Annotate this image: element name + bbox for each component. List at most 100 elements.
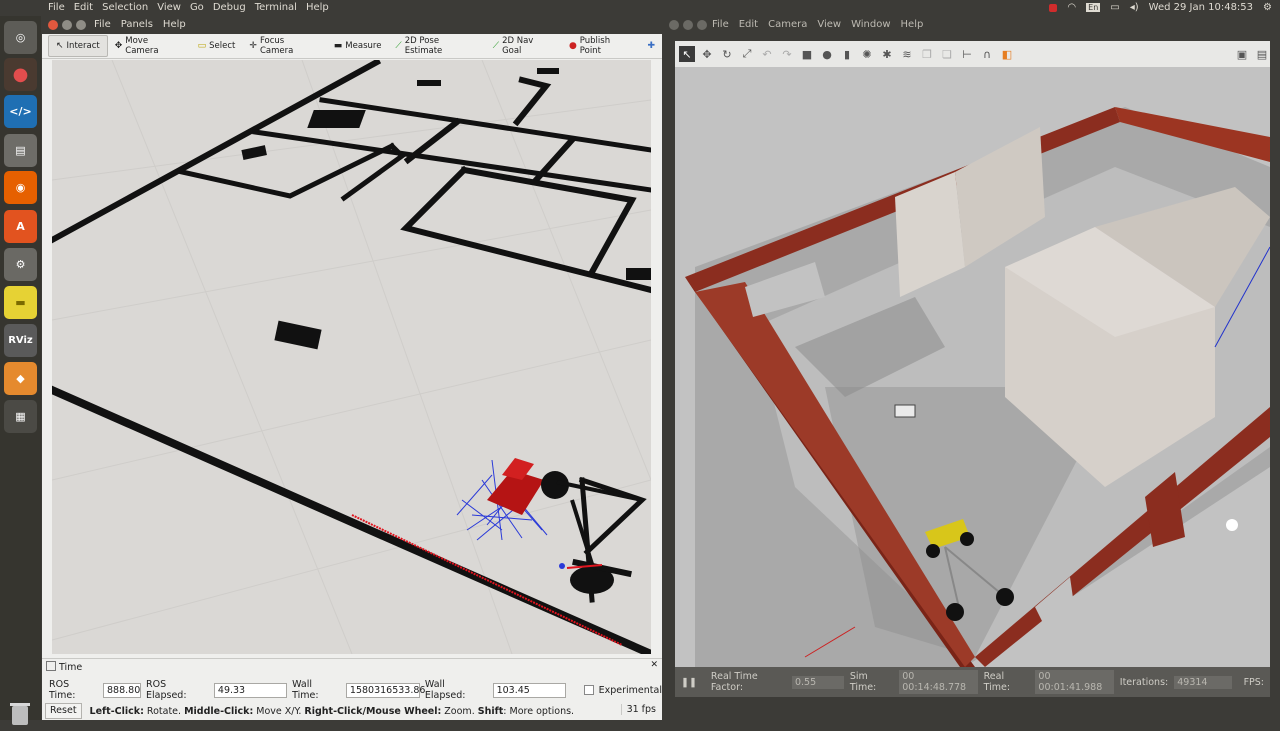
fps-label: FPS: xyxy=(1243,676,1264,688)
gz-menu-view[interactable]: View xyxy=(817,19,841,30)
wifi-icon[interactable]: ◠ xyxy=(1067,2,1076,13)
snap-icon[interactable]: ∩ xyxy=(979,46,995,62)
gazebo-3d-scene[interactable] xyxy=(675,67,1270,667)
nav-goal-icon: ⟋ xyxy=(492,41,500,51)
rviz-menu-help[interactable]: Help xyxy=(163,19,186,30)
cylinder-shape-icon[interactable]: ▮ xyxy=(839,46,855,62)
translate-mode-icon[interactable]: ✥ xyxy=(699,46,715,62)
rotate-mode-icon[interactable]: ↻ xyxy=(719,46,735,62)
pause-icon[interactable]: ❚❚ xyxy=(681,677,697,688)
select-icon: ▭ xyxy=(197,41,207,51)
redo-icon[interactable]: ↷ xyxy=(779,46,795,62)
minimize-window-icon[interactable] xyxy=(62,20,72,30)
gazebo-status-bar: ❚❚ Real Time Factor: 0.55 Sim Time: 00 0… xyxy=(675,667,1270,697)
status-hint: Left-Click: Rotate. Middle-Click: Move X… xyxy=(89,705,575,717)
align-icon[interactable]: ⊢ xyxy=(959,46,975,62)
file-manager-icon[interactable]: ▤ xyxy=(4,134,37,167)
wall-time-field[interactable]: 1580316533.86 xyxy=(345,682,425,698)
rviz-fps: 31 fps xyxy=(620,704,656,715)
rviz-3d-viewport[interactable] xyxy=(52,60,651,654)
box-shape-icon[interactable]: ■ xyxy=(799,46,815,62)
undo-icon[interactable]: ↶ xyxy=(759,46,775,62)
rviz-status-bar: Reset Left-Click: Rotate. Middle-Click: … xyxy=(42,702,662,720)
gz-menu-help[interactable]: Help xyxy=(901,19,924,30)
vscode-icon[interactable]: </> xyxy=(4,95,37,128)
wall-elapsed-field[interactable]: 103.45 xyxy=(492,682,566,698)
tool-select[interactable]: ▭ Select xyxy=(191,36,243,56)
menu-debug[interactable]: Debug xyxy=(213,2,246,13)
gz-minimize-window-icon[interactable] xyxy=(683,20,693,30)
app-menu-bar: File Edit Selection View Go Debug Termin… xyxy=(48,2,329,13)
rviz-icon[interactable]: RViz xyxy=(4,324,37,357)
time-panel-close-icon[interactable]: ✕ xyxy=(650,660,658,670)
system-top-bar: File Edit Selection View Go Debug Termin… xyxy=(0,0,1280,16)
sphere-shape-icon[interactable]: ● xyxy=(819,46,835,62)
gz-menu-edit[interactable]: Edit xyxy=(739,19,758,30)
sticky-notes-icon[interactable]: ▬ xyxy=(4,286,37,319)
menu-file[interactable]: File xyxy=(48,2,65,13)
ros-elapsed-field[interactable]: 49.33 xyxy=(213,682,288,698)
menu-terminal[interactable]: Terminal xyxy=(255,2,297,13)
software-center-icon[interactable]: A xyxy=(4,210,37,243)
menu-edit[interactable]: Edit xyxy=(74,2,93,13)
select-mode-icon[interactable]: ↖ xyxy=(679,46,695,62)
reset-button[interactable]: Reset xyxy=(45,703,82,719)
gz-menu-camera[interactable]: Camera xyxy=(768,19,807,30)
publish-point-icon: ● xyxy=(568,41,577,51)
copy-icon[interactable]: ❐ xyxy=(919,46,935,62)
gz-maximize-window-icon[interactable] xyxy=(697,20,707,30)
menu-selection[interactable]: Selection xyxy=(102,2,148,13)
keyboard-layout-icon[interactable]: En xyxy=(1086,3,1101,12)
add-tool-button[interactable]: ✚ xyxy=(640,36,662,56)
time-panel: Time ✕ ROS Time: 888.80 ROS Elapsed: 49.… xyxy=(42,658,662,705)
point-light-icon[interactable]: ✺ xyxy=(859,46,875,62)
cherrytree-icon[interactable]: ● xyxy=(4,58,37,91)
trash-icon[interactable] xyxy=(5,698,35,728)
clock[interactable]: Wed 29 Jan 10:48:53 xyxy=(1149,2,1253,13)
rviz-menu-panels[interactable]: Panels xyxy=(121,19,153,30)
ubuntu-dash-icon[interactable]: ◎ xyxy=(4,21,37,54)
time-fields-row: ROS Time: 888.80 ROS Elapsed: 49.33 Wall… xyxy=(49,679,662,701)
tool-interact[interactable]: ↖ Interact xyxy=(48,35,108,57)
paste-icon[interactable]: ❏ xyxy=(939,46,955,62)
tool-publish-point[interactable]: ● Publish Point xyxy=(562,36,641,56)
tool-measure[interactable]: ▬ Measure xyxy=(327,36,389,56)
power-icon[interactable]: ⚙ xyxy=(1263,2,1272,13)
spot-light-icon[interactable]: ✱ xyxy=(879,46,895,62)
gazebo-icon[interactable]: ◆ xyxy=(4,362,37,395)
tool-2d-pose-estimate[interactable]: ⟋ 2D Pose Estimate xyxy=(388,36,485,56)
menu-go[interactable]: Go xyxy=(190,2,204,13)
menu-view[interactable]: View xyxy=(157,2,181,13)
ros-time-field[interactable]: 888.80 xyxy=(103,682,141,698)
tool-focus-camera[interactable]: ✛ Focus Camera xyxy=(242,36,326,56)
measure-icon: ▬ xyxy=(333,41,343,51)
workspace-switcher-icon[interactable]: ▦ xyxy=(4,400,37,433)
experimental-checkbox[interactable] xyxy=(583,685,594,695)
gz-close-window-icon[interactable] xyxy=(669,20,679,30)
launcher: ◎ ● </> ▤ ◉ A ⚙ ▬ RViz ◆ ▦ xyxy=(0,16,41,725)
maximize-window-icon[interactable] xyxy=(76,20,86,30)
gazebo-toolbar: ↖ ✥ ↻ ⤢ ↶ ↷ ■ ● ▮ ✺ ✱ ≋ ❐ ❏ ⊢ ∩ ◧ ▣ ▤ xyxy=(675,41,1270,67)
log-icon[interactable]: ▤ xyxy=(1254,46,1270,62)
scale-mode-icon[interactable]: ⤢ xyxy=(739,46,755,62)
time-panel-icon xyxy=(46,661,56,671)
volume-icon[interactable]: ◂) xyxy=(1130,2,1139,13)
rviz-menu-file[interactable]: File xyxy=(94,19,111,30)
sim-time-label: Sim Time: xyxy=(849,671,877,693)
battery-icon[interactable]: ▭ xyxy=(1110,2,1119,13)
tool-move-camera[interactable]: ✥ Move Camera xyxy=(108,36,191,56)
gz-menu-file[interactable]: File xyxy=(712,19,729,30)
ros-time-label: ROS Time: xyxy=(49,679,76,701)
screenshot-icon[interactable]: ▣ xyxy=(1234,46,1250,62)
directional-light-icon[interactable]: ≋ xyxy=(899,46,915,62)
close-window-icon[interactable] xyxy=(48,20,58,30)
tool-2d-nav-goal[interactable]: ⟋ 2D Nav Goal xyxy=(486,36,562,56)
wall-time-label: Wall Time: xyxy=(292,679,319,701)
gazebo-title-bar: File Edit Camera View Window Help xyxy=(665,16,1280,34)
menu-help[interactable]: Help xyxy=(306,2,329,13)
firefox-icon[interactable]: ◉ xyxy=(4,171,37,204)
record-icon[interactable] xyxy=(1049,3,1058,12)
view-angle-icon[interactable]: ◧ xyxy=(999,46,1015,62)
settings-icon[interactable]: ⚙ xyxy=(4,248,37,281)
gz-menu-window[interactable]: Window xyxy=(851,19,890,30)
